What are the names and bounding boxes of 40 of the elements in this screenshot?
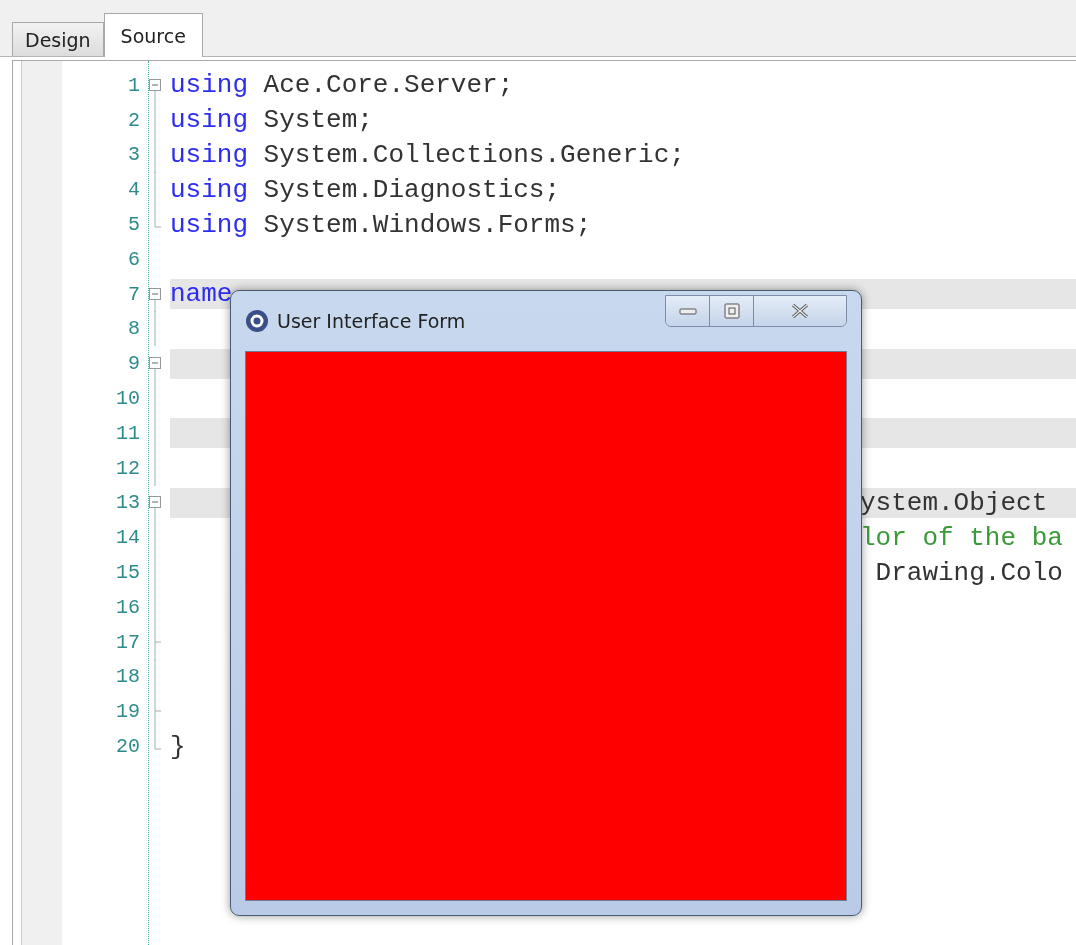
line-number: 10: [115, 387, 140, 411]
code-text: using System.Collections.Generic;: [170, 140, 685, 170]
line-number: 4: [127, 178, 140, 202]
code-text: lor of the ba: [860, 522, 1063, 553]
line-number: 14: [115, 526, 140, 550]
line-number: 17: [115, 630, 140, 654]
line-number: 15: [115, 561, 140, 585]
line-number: 18: [115, 665, 140, 689]
maximize-icon: [723, 303, 740, 319]
editor-tab[interactable]: Design: [12, 22, 104, 56]
maximize-button[interactable]: [710, 296, 754, 326]
line-number: 1: [127, 73, 140, 97]
line-number: 3: [127, 143, 140, 167]
minimize-icon: [678, 306, 697, 316]
code-text: using System.Diagnostics;: [170, 174, 561, 205]
close-button[interactable]: [754, 296, 846, 326]
line-number: 8: [127, 317, 140, 341]
line-number: 11: [115, 421, 140, 445]
minimize-button[interactable]: [666, 296, 710, 326]
app-icon: [245, 309, 269, 333]
line-number: 20: [115, 735, 140, 759]
code-text: using Ace.Core.Server;: [170, 70, 514, 101]
line-number: 16: [115, 595, 140, 619]
line-number: 5: [127, 213, 140, 237]
close-icon: [790, 303, 810, 319]
line-number: 19: [115, 700, 140, 724]
line-number: 9: [127, 352, 140, 376]
code-text: using System;: [170, 105, 373, 136]
editor-tab[interactable]: Source: [103, 13, 203, 57]
line-number: 2: [127, 108, 140, 132]
window-title: User Interface Form: [277, 310, 466, 332]
line-number: 13: [115, 491, 140, 515]
line-number: 7: [127, 282, 140, 306]
code-text: ystem.Object: [860, 487, 1048, 518]
line-number: 6: [127, 247, 140, 271]
code-text: Drawing.Colo: [874, 557, 1063, 588]
code-text: }: [170, 731, 186, 762]
code-text: using System.Windows.Forms;: [170, 209, 592, 240]
line-number: 12: [115, 456, 140, 480]
code-text: name: [170, 279, 233, 310]
